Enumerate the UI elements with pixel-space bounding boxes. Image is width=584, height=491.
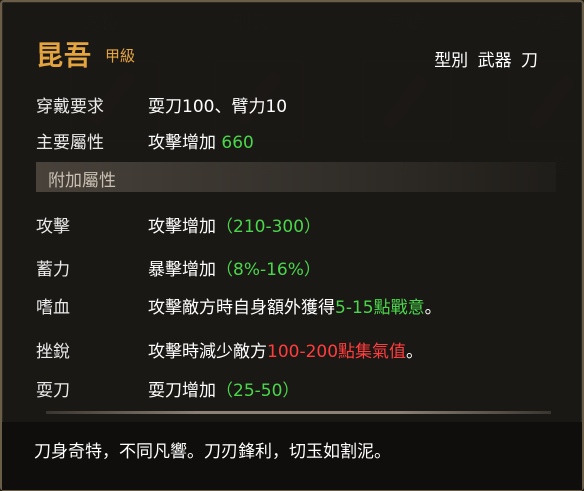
main-attribute-prefix: 攻擊增加	[148, 133, 216, 153]
attr-label: 蓄力	[36, 260, 70, 280]
requirement-label: 穿戴要求	[36, 97, 104, 117]
main-attribute-row: 主要屬性 攻擊增加 660	[2, 128, 584, 156]
requirement-value: 耍刀100、臂力10	[148, 97, 288, 117]
attr-row: 耍刀 耍刀增加（25-50）	[2, 376, 584, 404]
attr-value: 攻擊時減少敵方100-200點集氣值。	[148, 337, 423, 362]
divider	[46, 411, 551, 414]
item-type: 型別 武器 刀	[434, 46, 538, 71]
attr-value: 暴擊增加（8%-16%）	[148, 255, 321, 280]
attr-prefix: 攻擊增加	[148, 217, 216, 237]
flavor-text: 刀身奇特，不同凡響。刀刃鋒利，切玉如割泥。	[34, 442, 391, 462]
main-attribute-value: 攻擊增加 660	[148, 128, 254, 153]
attr-row: 蓄力 暴擊增加（8%-16%）	[2, 255, 584, 283]
attr-label: 耍刀	[36, 381, 70, 401]
attr-highlight: （210-300）	[216, 217, 322, 237]
attr-prefix: 耍刀增加	[148, 381, 216, 401]
attr-value: 攻擊敵方時自身額外獲得5-15點戰意。	[148, 293, 442, 318]
attr-suffix: 。	[424, 298, 442, 318]
attr-label: 攻擊	[36, 217, 70, 237]
attr-value: 耍刀增加（25-50）	[148, 376, 299, 401]
attr-highlight: 5-15點戰意	[335, 298, 425, 318]
attr-row: 攻擊 攻擊增加（210-300）	[2, 212, 584, 240]
item-type-value: 武器 刀	[477, 51, 538, 71]
attr-suffix: 。	[406, 342, 424, 362]
item-type-label: 型別	[434, 51, 469, 71]
attr-row: 嗜血 攻擊敵方時自身額外獲得5-15點戰意。	[2, 293, 584, 321]
main-attribute-number: 660	[221, 133, 254, 153]
attr-highlight: 100-200點集氣值	[267, 342, 407, 362]
requirement-row: 穿戴要求 耍刀100、臂力10	[2, 92, 584, 120]
attr-value: 攻擊增加（210-300）	[148, 212, 321, 237]
attr-prefix: 攻擊敵方時自身額外獲得	[148, 298, 335, 318]
attr-label: 挫銳	[36, 342, 70, 362]
attr-row: 挫銳 攻擊時減少敵方100-200點集氣值。	[2, 337, 584, 365]
attr-highlight: （8%-16%）	[216, 260, 321, 280]
item-name: 昆吾	[36, 41, 92, 72]
section-title: 附加屬性	[48, 171, 116, 191]
attr-highlight: （25-50）	[216, 381, 300, 401]
main-attribute-label: 主要屬性	[36, 133, 104, 153]
item-grade: 甲級	[105, 47, 136, 65]
attr-prefix: 攻擊時減少敵方	[148, 342, 267, 362]
attr-prefix: 暴擊增加	[148, 260, 216, 280]
item-tooltip: 昆吾 甲級 型別 武器 刀 穿戴要求 耍刀100、臂力10 主要屬性 攻擊增加 …	[0, 0, 584, 491]
attr-label: 嗜血	[36, 298, 70, 318]
